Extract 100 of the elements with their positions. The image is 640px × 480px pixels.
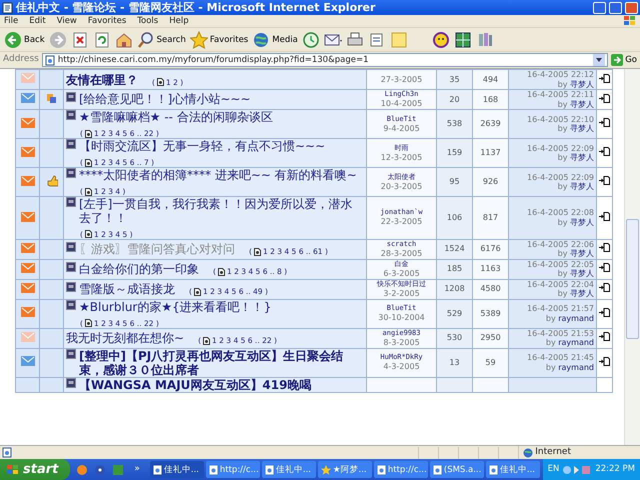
page-icon bbox=[208, 464, 218, 474]
last-poster-link[interactable]: 寻梦人 bbox=[570, 249, 594, 258]
address-label: Address bbox=[3, 53, 39, 66]
go-to-last-post-icon[interactable] bbox=[599, 212, 610, 222]
restore-button[interactable] bbox=[609, 2, 622, 14]
thread-title-link[interactable]: ****太阳使者的相簿**** 进来吧~~ 有新的料看噢~ bbox=[79, 168, 357, 182]
go-to-last-post-icon[interactable] bbox=[599, 74, 610, 83]
post-date: 28-3-2005 bbox=[380, 248, 424, 258]
taskbar-button[interactable]: 佳礼中... bbox=[486, 461, 540, 478]
messenger-button[interactable] bbox=[432, 30, 450, 48]
menu-item[interactable]: View bbox=[56, 16, 77, 26]
start-button[interactable]: start bbox=[0, 459, 70, 480]
go-to-last-post-icon[interactable] bbox=[599, 263, 610, 272]
minimize-button[interactable] bbox=[593, 2, 606, 14]
reply-count: 185 bbox=[446, 264, 462, 273]
page-icon bbox=[84, 130, 92, 138]
last-poster-link[interactable]: raymand bbox=[558, 362, 594, 372]
taskbar-button[interactable]: http://c... bbox=[374, 461, 428, 478]
last-post-date: 16-4-2005 21:45 bbox=[526, 353, 594, 362]
go-to-last-post-icon[interactable] bbox=[599, 243, 610, 252]
post-date: 12-3-2005 bbox=[380, 152, 424, 162]
taskbar-button[interactable]: ★阿梦... bbox=[318, 461, 372, 478]
thread-title-link[interactable]: 雪隆版～成语接龙 bbox=[79, 282, 175, 296]
last-poster-link[interactable]: 寻梦人 bbox=[570, 100, 594, 108]
disc-icon[interactable] bbox=[94, 464, 106, 476]
page-icon bbox=[203, 336, 210, 345]
menu-item[interactable]: Favorites bbox=[88, 16, 126, 26]
by-label: by bbox=[546, 338, 556, 347]
thread-title-link[interactable]: 白金给你们的第一印象 bbox=[79, 262, 199, 276]
last-poster-link[interactable]: raymand bbox=[558, 314, 594, 322]
history-button[interactable] bbox=[302, 30, 320, 48]
thread-title-link[interactable]: [左手]一贯自我，我行我素！！因为爱所以爱，潜水去了！！ bbox=[79, 197, 363, 225]
reply-count: 35 bbox=[449, 74, 460, 84]
refresh-button[interactable] bbox=[92, 30, 111, 48]
last-post-date: 16-4-2005 22:10 bbox=[526, 114, 594, 124]
view-count: 1137 bbox=[480, 148, 501, 157]
favorites-button[interactable]: Favorites bbox=[190, 30, 248, 48]
home-button[interactable] bbox=[114, 30, 133, 48]
thread-title-link[interactable]: 我无时无刻都在想你~ bbox=[66, 331, 184, 345]
go-to-last-post-icon[interactable] bbox=[599, 332, 610, 342]
post-date: 3-2-2005 bbox=[382, 288, 421, 298]
thread-title-link[interactable]: ★雪隆嘛嘛档★ -- 合法的闲聊杂谈区 bbox=[79, 110, 273, 124]
address-field[interactable]: http://chinese.cari.com.my/myforum/forumdisplay.php?fid=130&page=1 bbox=[42, 53, 608, 67]
last-poster-link[interactable]: 寻梦人 bbox=[570, 269, 594, 278]
last-poster-link[interactable]: raymand bbox=[558, 338, 594, 347]
browser-icon[interactable] bbox=[76, 464, 88, 476]
grid-icon bbox=[454, 30, 472, 48]
go-to-last-post-icon[interactable] bbox=[599, 176, 610, 186]
menu-item[interactable]: Edit bbox=[29, 16, 46, 26]
by-label: by bbox=[546, 362, 556, 372]
close-button[interactable] bbox=[625, 2, 638, 14]
house-icon bbox=[114, 30, 133, 48]
globe-icon bbox=[523, 448, 533, 458]
last-poster-link[interactable]: 寻梦人 bbox=[570, 80, 594, 88]
thread-title-link[interactable]: ★Blurblur的家★{进来看看吧！！} bbox=[79, 300, 272, 314]
taskbar-button[interactable]: 佳礼中... bbox=[150, 461, 204, 478]
last-poster-link[interactable]: 寻梦人 bbox=[570, 124, 594, 133]
taskbar-button[interactable]: http://c... bbox=[206, 461, 260, 478]
search-button[interactable]: Search bbox=[136, 30, 186, 48]
more-button[interactable]: » bbox=[134, 462, 140, 476]
go-to-last-post-icon[interactable] bbox=[599, 283, 610, 292]
media-button[interactable]: Media bbox=[252, 30, 298, 48]
view-count: 59 bbox=[485, 358, 496, 366]
post-date: 10-4-2005 bbox=[380, 99, 424, 109]
reply-count: 13 bbox=[449, 358, 460, 366]
print-button[interactable] bbox=[346, 30, 364, 48]
go-to-last-post-icon[interactable] bbox=[599, 147, 610, 156]
go-to-last-post-icon[interactable] bbox=[599, 308, 610, 317]
stop-button[interactable] bbox=[70, 30, 89, 48]
last-poster-link[interactable]: 寻梦人 bbox=[570, 153, 594, 162]
right-arrow-icon bbox=[611, 54, 624, 66]
reply-count: 95 bbox=[449, 177, 460, 186]
last-poster-link[interactable]: 寻梦人 bbox=[570, 289, 594, 298]
thread-title-link[interactable]: 【时雨交流区】无事一身轻，有点不习惯~~~ bbox=[79, 139, 326, 153]
menu-item[interactable]: File bbox=[4, 16, 18, 26]
toolbar-button[interactable] bbox=[454, 30, 472, 48]
refresh-icon bbox=[92, 30, 111, 48]
taskbar-button[interactable]: (SMS.a... bbox=[430, 461, 484, 478]
go-to-last-post-icon[interactable] bbox=[599, 356, 610, 366]
go-button[interactable]: Go bbox=[611, 54, 637, 66]
reply-count: 529 bbox=[446, 308, 462, 318]
page-icon bbox=[84, 188, 92, 196]
post-date: 6-3-2005 bbox=[382, 268, 421, 278]
go-to-last-post-icon[interactable] bbox=[599, 94, 610, 103]
view-count: 5389 bbox=[480, 308, 501, 318]
page-icon bbox=[2, 2, 13, 14]
thread-title-link[interactable]: 友情在哪里？ bbox=[66, 72, 138, 86]
go-to-last-post-icon[interactable] bbox=[599, 118, 610, 128]
back-button[interactable]: Back bbox=[4, 30, 45, 48]
scrollbar-thumb[interactable] bbox=[626, 219, 639, 339]
scrollbar[interactable] bbox=[624, 69, 640, 445]
post-date: 22-3-2005 bbox=[380, 217, 424, 228]
reply-count: 1208 bbox=[444, 284, 465, 293]
taskbar-button[interactable]: 佳礼中... bbox=[262, 461, 316, 478]
menu-item[interactable]: Help bbox=[169, 16, 189, 26]
page-icon bbox=[432, 464, 442, 474]
last-poster-link[interactable]: 寻梦人 bbox=[570, 182, 594, 191]
menu-item[interactable]: Tools bbox=[137, 16, 158, 26]
last-poster-link[interactable]: 寻梦人 bbox=[570, 218, 594, 227]
reply-count: 1524 bbox=[444, 244, 465, 253]
